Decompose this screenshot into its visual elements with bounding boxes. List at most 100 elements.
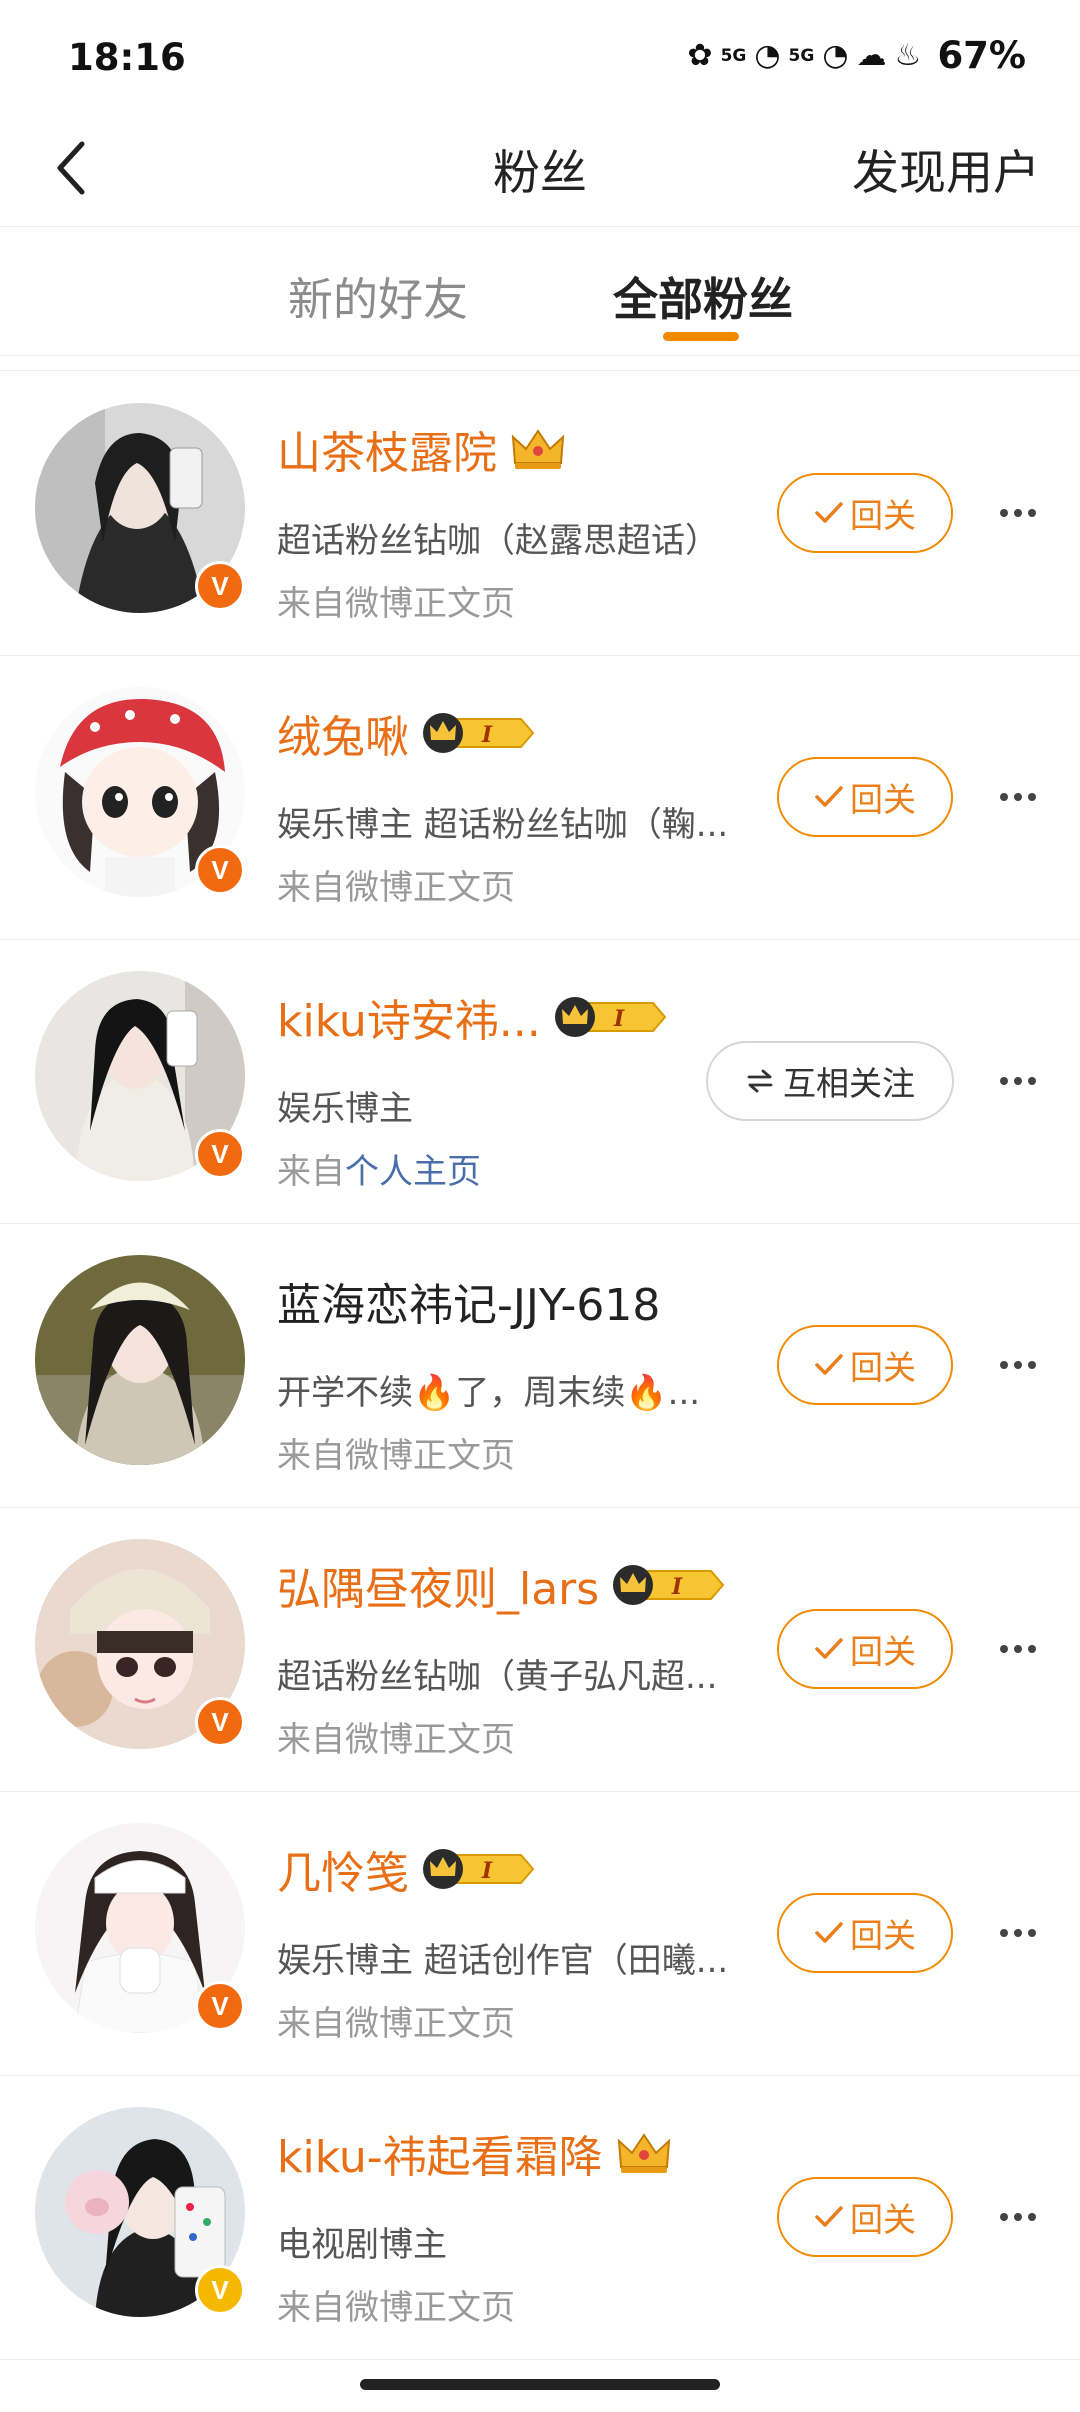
fan-name[interactable]: kiku诗安祎...: [277, 985, 541, 1049]
fan-name[interactable]: 蓝海恋祎记-JJY-618: [277, 1269, 660, 1333]
avatar-wrap[interactable]: V: [35, 971, 247, 1183]
avatar-wrap[interactable]: V: [35, 403, 247, 615]
fan-description: 娱乐博主 超话粉丝钻咖（鞠...: [277, 805, 729, 845]
mutual-follow-button[interactable]: 互相关注: [706, 1041, 954, 1121]
tab-all-fans[interactable]: 全部粉丝: [613, 263, 793, 328]
level-badge-icon: I: [554, 997, 667, 1037]
more-options-button[interactable]: [993, 1345, 1043, 1385]
status-icons: ✿ 5G ◔ 5G ◔ ☁ ♨ 67%: [687, 34, 1026, 77]
fan-name[interactable]: 绒兔啾: [277, 701, 409, 765]
follow-back-button[interactable]: 回关: [777, 757, 953, 837]
fan-description: 超话粉丝钻咖（赵露思超话）: [277, 521, 719, 561]
more-icon: [1014, 2213, 1022, 2221]
level-text: I: [481, 1858, 493, 1884]
fan-source: 来自微博正文页: [277, 1428, 515, 1477]
name-line: 绒兔啾 I: [277, 703, 537, 763]
name-line: 弘隅昼夜则_lars I: [277, 1555, 727, 1615]
more-icon: [1028, 1361, 1036, 1369]
more-icon: [1000, 1077, 1008, 1085]
signal-icon: ◔: [754, 37, 781, 73]
level-badge-icon: I: [613, 1565, 725, 1605]
fan-source: 来自微博正文页: [277, 860, 515, 909]
follow-back-label: 回关: [850, 1632, 916, 1671]
sticker-icon: ✿: [687, 37, 713, 73]
more-icon: [1028, 2213, 1036, 2221]
verified-badge-icon: V: [195, 1129, 245, 1179]
verified-badge-icon: V: [195, 561, 245, 611]
more-options-button[interactable]: [993, 1061, 1043, 1101]
discover-users-button[interactable]: 发现用户: [852, 134, 1040, 203]
fan-source: 来自个人主页: [277, 1144, 481, 1193]
mutual-follow-label: 互相关注: [783, 1064, 915, 1103]
more-icon: [1028, 1645, 1036, 1653]
check-icon: [815, 502, 843, 523]
source-page: 微博正文页: [345, 868, 515, 908]
tab-active-indicator: [663, 332, 739, 341]
follow-back-button[interactable]: 回关: [777, 2177, 953, 2257]
fan-description: 娱乐博主: [277, 1089, 413, 1129]
fan-description: 电视剧博主: [277, 2225, 447, 2265]
source-prefix: 来自: [277, 868, 345, 908]
fan-row[interactable]: V 山茶枝露院 超话粉丝钻咖（赵露思超话） 来自微博正文页 回关: [0, 371, 1080, 656]
avatar-wrap[interactable]: [35, 1255, 247, 1467]
level-badge-icon: I: [423, 1849, 535, 1889]
more-icon: [1028, 509, 1036, 517]
more-icon: [1000, 509, 1008, 517]
fan-row[interactable]: V 绒兔啾 I 娱乐博主 超话粉丝钻咖（鞠... 来自微博正文页 回关: [0, 655, 1080, 940]
follow-back-button[interactable]: 回关: [777, 473, 953, 553]
more-options-button[interactable]: [993, 1629, 1043, 1669]
avatar-wrap[interactable]: V: [35, 687, 247, 899]
more-icon: [1028, 793, 1036, 801]
level-text: I: [481, 722, 493, 748]
more-icon: [1014, 1929, 1022, 1937]
more-options-button[interactable]: [993, 493, 1043, 533]
source-page: 微博正文页: [345, 1720, 515, 1760]
tab-new-friends[interactable]: 新的好友: [288, 263, 468, 328]
status-time: 18:16: [68, 36, 186, 79]
signal-icon-2: ◔: [822, 37, 849, 73]
follow-back-label: 回关: [850, 780, 916, 819]
source-page-link[interactable]: 个人主页: [345, 1152, 481, 1192]
fan-row[interactable]: V kiku-祎起看霜降 电视剧博主 来自微博正文页 回关: [0, 2075, 1080, 2360]
verified-badge-icon: V: [195, 1981, 245, 2031]
swap-arrows-icon: [747, 1069, 773, 1093]
source-prefix: 来自: [277, 1436, 345, 1476]
fan-name[interactable]: kiku-祎起看霜降: [277, 2121, 603, 2185]
follow-back-label: 回关: [850, 1348, 916, 1387]
fan-row[interactable]: V kiku诗安祎... I 娱乐博主 来自个人主页 互相关注: [0, 939, 1080, 1224]
chevron-left-icon: [57, 141, 85, 195]
source-prefix: 来自: [277, 2288, 345, 2328]
more-options-button[interactable]: [993, 1913, 1043, 1953]
source-prefix: 来自: [277, 1152, 345, 1192]
more-options-button[interactable]: [993, 2197, 1043, 2237]
home-indicator[interactable]: [360, 2379, 720, 2390]
more-options-button[interactable]: [993, 777, 1043, 817]
source-prefix: 来自: [277, 2004, 345, 2044]
fan-name[interactable]: 几怜笺: [277, 1837, 409, 1901]
fan-description: 娱乐博主 超话创作官（田曦...: [277, 1941, 729, 1981]
verified-badge-icon: V: [195, 1697, 245, 1747]
back-button[interactable]: [30, 128, 110, 208]
check-icon: [815, 1922, 843, 1943]
verified-badge-icon: V: [195, 845, 245, 895]
fan-name[interactable]: 山茶枝露院: [277, 417, 497, 481]
follow-back-button[interactable]: 回关: [777, 1325, 953, 1405]
avatar-wrap[interactable]: V: [35, 2107, 247, 2319]
name-line: 山茶枝露院: [277, 419, 567, 479]
verified-badge-icon: V: [195, 2265, 245, 2315]
fan-row[interactable]: V 弘隅昼夜则_lars I 超话粉丝钻咖（黄子弘凡超... 来自微博正文页 回…: [0, 1507, 1080, 1792]
fan-row[interactable]: V 几怜笺 I 娱乐博主 超话创作官（田曦... 来自微博正文页 回关: [0, 1791, 1080, 2076]
fan-source: 来自微博正文页: [277, 2280, 515, 2329]
avatar-wrap[interactable]: V: [35, 1823, 247, 2035]
more-icon: [1000, 2213, 1008, 2221]
follow-back-button[interactable]: 回关: [777, 1609, 953, 1689]
fan-name[interactable]: 弘隅昼夜则_lars: [277, 1553, 599, 1617]
follow-back-button[interactable]: 回关: [777, 1893, 953, 1973]
avatar[interactable]: [35, 1255, 245, 1465]
avatar-wrap[interactable]: V: [35, 1539, 247, 1751]
fan-source: 来自微博正文页: [277, 1712, 515, 1761]
source-page: 微博正文页: [345, 2004, 515, 2044]
fan-row[interactable]: 蓝海恋祎记-JJY-618 开学不续🔥了，周末续🔥... 来自微博正文页 回关: [0, 1223, 1080, 1508]
source-prefix: 来自: [277, 584, 345, 624]
check-icon: [815, 1354, 843, 1375]
